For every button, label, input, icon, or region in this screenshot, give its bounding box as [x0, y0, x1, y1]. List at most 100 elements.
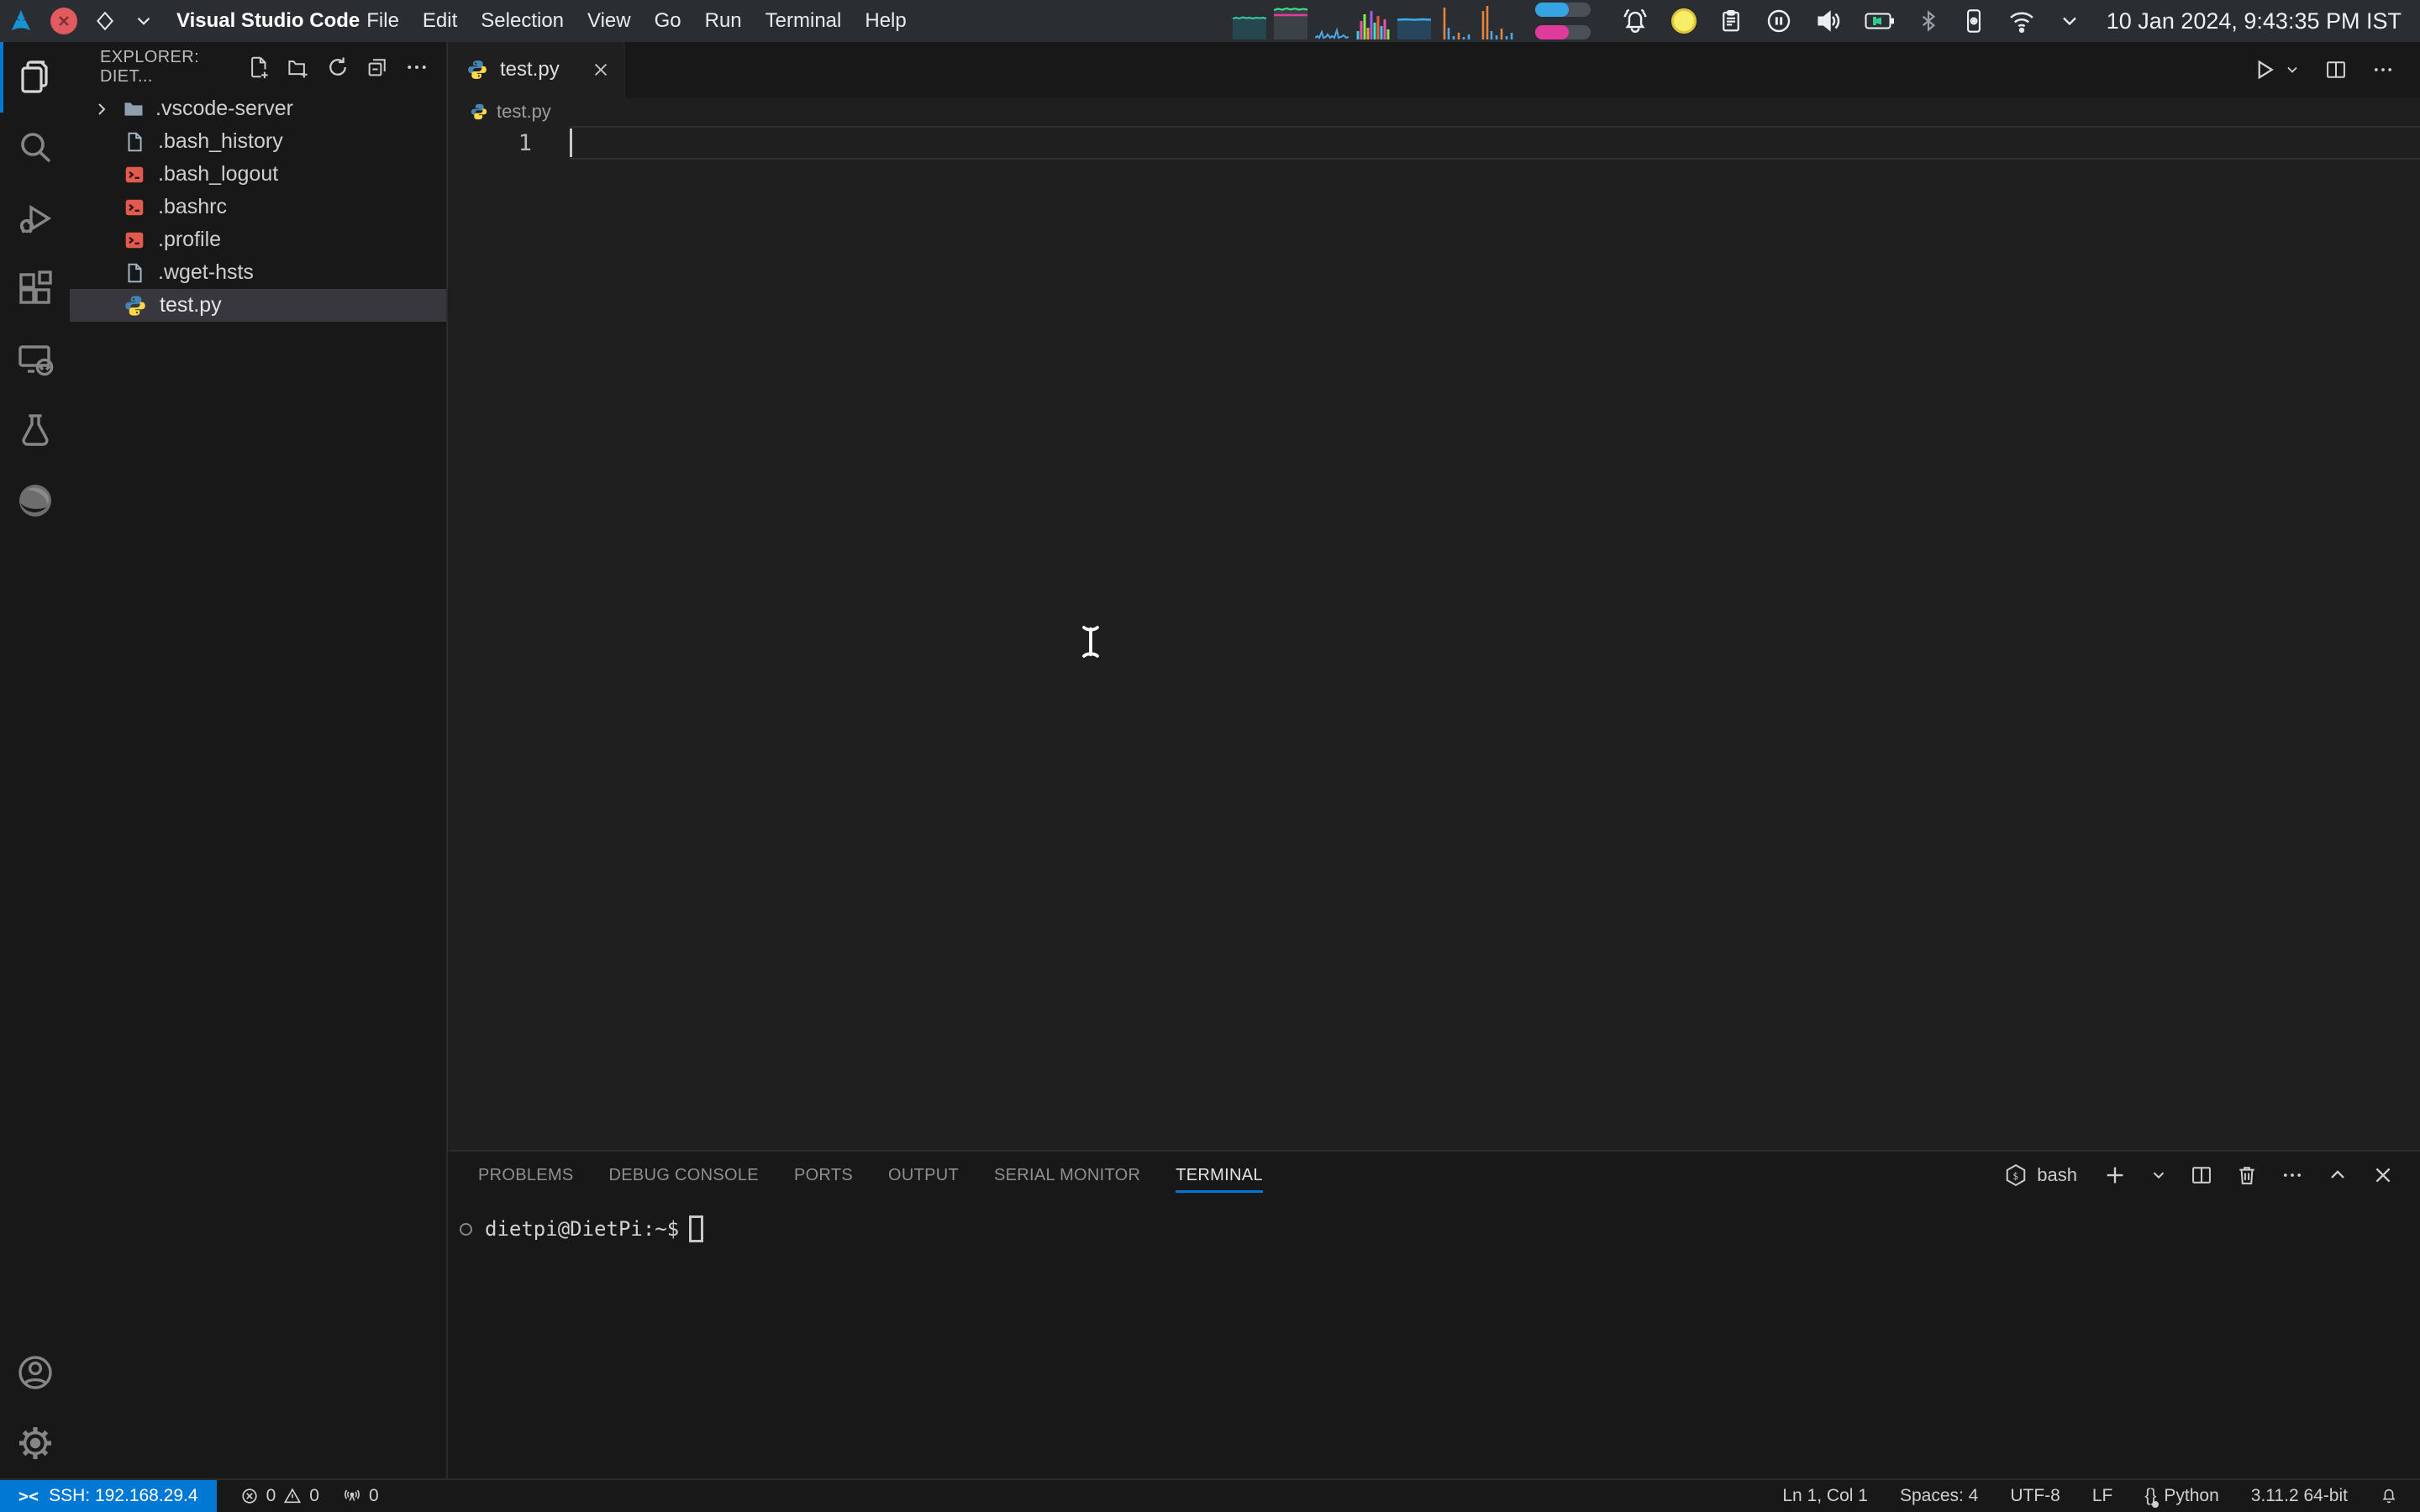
remote-indicator[interactable]: >< SSH: 192.168.29.4	[0, 1480, 217, 1512]
network-spark-graph	[1315, 3, 1349, 39]
panel-tab-terminal[interactable]: TERMINAL	[1176, 1152, 1263, 1199]
menu-edit[interactable]: Edit	[423, 9, 457, 33]
tab-close-icon[interactable]	[592, 60, 610, 79]
activity-remote-explorer[interactable]	[0, 324, 70, 395]
svg-text:$: $	[2013, 1171, 2019, 1182]
shell-label: bash	[2037, 1164, 2077, 1186]
close-panel-button[interactable]	[2371, 1163, 2395, 1187]
error-icon	[240, 1487, 259, 1505]
notifications-bell-icon[interactable]	[1621, 7, 1649, 35]
remote-icon: ><	[18, 1486, 39, 1506]
python-interpreter-status[interactable]: 3.11.2 64-bit	[2251, 1486, 2348, 1506]
arch-logo[interactable]	[8, 8, 34, 34]
activity-accounts[interactable]	[0, 1337, 70, 1408]
cursor-position-status[interactable]: Ln 1, Col 1	[1782, 1486, 1868, 1506]
shell-file-icon	[124, 164, 145, 186]
status-yellow-icon[interactable]	[1671, 8, 1697, 34]
file-icon	[124, 131, 145, 153]
line-number: 1	[448, 130, 532, 156]
folder-icon	[122, 97, 145, 121]
media-pause-icon[interactable]	[1765, 8, 1792, 34]
panel-more-actions-button[interactable]	[2281, 1163, 2304, 1187]
tab-test-py[interactable]: test.py	[448, 42, 625, 97]
menu-chevron-icon[interactable]	[133, 10, 155, 32]
kdeconnect-phone-icon[interactable]	[1962, 8, 1986, 34]
activity-edge-devtools[interactable]	[0, 465, 70, 536]
activity-testing[interactable]	[0, 395, 70, 465]
bluetooth-icon[interactable]	[1917, 9, 1940, 33]
tray-expand-chevron-icon[interactable]	[2058, 9, 2081, 33]
panel-tab-ports[interactable]: PORTS	[794, 1152, 853, 1199]
explorer-more-actions-button[interactable]	[404, 55, 429, 80]
file-row-wget-hsts[interactable]: .wget-hsts	[70, 256, 446, 289]
run-python-file-button[interactable]	[2252, 57, 2301, 82]
file-row-test-py[interactable]: test.py	[70, 289, 446, 322]
status-bar: >< SSH: 192.168.29.4 0 0 0 Ln 1, Col 1 S…	[0, 1478, 2420, 1512]
menu-terminal[interactable]: Terminal	[765, 9, 842, 33]
terminal-session-item[interactable]: $ bash	[2003, 1163, 2077, 1188]
forwarded-ports-status[interactable]: 0	[343, 1486, 379, 1506]
terminal-profile-chevron[interactable]	[2149, 1166, 2168, 1184]
code-editor[interactable]: 1	[448, 126, 2420, 1150]
activity-settings[interactable]	[0, 1408, 70, 1478]
panel-tab-debug-console[interactable]: DEBUG CONSOLE	[609, 1152, 759, 1199]
collapse-folders-button[interactable]	[365, 55, 390, 80]
menu-selection[interactable]: Selection	[481, 9, 564, 33]
activity-extensions[interactable]	[0, 254, 70, 324]
kill-terminal-button[interactable]	[2235, 1163, 2259, 1187]
eol-status[interactable]: LF	[2092, 1486, 2113, 1506]
close-window-button[interactable]	[50, 8, 77, 34]
editor-tab-bar: test.py	[448, 42, 2420, 97]
clipboard-icon[interactable]	[1718, 8, 1744, 34]
panel-tab-problems[interactable]: PROBLEMS	[478, 1152, 574, 1199]
editor-more-actions-button[interactable]	[2371, 58, 2395, 81]
menu-run[interactable]: Run	[705, 9, 742, 33]
language-mode-status[interactable]: {} Python	[2144, 1486, 2218, 1506]
problems-status[interactable]: 0 0	[240, 1486, 319, 1506]
app-title: Visual Studio Code	[176, 9, 360, 33]
new-terminal-button[interactable]	[2102, 1163, 2128, 1188]
menu-go[interactable]: Go	[655, 9, 681, 33]
terminal-block-cursor	[689, 1215, 703, 1242]
panel-tab-serial-monitor[interactable]: SERIAL MONITOR	[994, 1152, 1140, 1199]
chevron-down-icon	[2284, 61, 2301, 78]
split-terminal-button[interactable]	[2190, 1163, 2213, 1187]
menu-view[interactable]: View	[587, 9, 631, 33]
warning-count: 0	[309, 1486, 319, 1506]
multicore-graph	[1356, 3, 1390, 39]
file-name: .bash_logout	[158, 162, 278, 186]
volume-icon[interactable]	[1814, 7, 1843, 35]
clock[interactable]: 10 Jan 2024, 9:43:35 PM IST	[2107, 8, 2402, 34]
breadcrumb[interactable]: test.py	[448, 97, 2420, 126]
ports-count: 0	[369, 1486, 379, 1506]
split-editor-button[interactable]	[2324, 58, 2348, 81]
notifications-button[interactable]	[2380, 1487, 2398, 1505]
new-file-button[interactable]	[246, 55, 271, 80]
encoding-status[interactable]: UTF-8	[2010, 1486, 2060, 1506]
file-row-bash-history[interactable]: .bash_history	[70, 125, 446, 158]
brightness-toggle[interactable]	[1535, 3, 1591, 17]
indentation-status[interactable]: Spaces: 4	[1900, 1486, 1978, 1506]
breadcrumb-item[interactable]: test.py	[497, 101, 551, 123]
terminal-session-indicator	[460, 1223, 472, 1236]
terminal-output[interactable]: dietpi@DietPi:~$	[460, 1215, 2420, 1242]
maximize-panel-button[interactable]	[2326, 1163, 2349, 1187]
system-monitor-graphs[interactable]	[1233, 3, 1513, 39]
activity-search[interactable]	[0, 113, 70, 183]
search-icon	[15, 128, 55, 168]
menu-help[interactable]: Help	[865, 9, 906, 33]
new-folder-button[interactable]	[286, 55, 311, 80]
file-row-bash-logout[interactable]: .bash_logout	[70, 158, 446, 191]
file-row-vscode-server[interactable]: .vscode-server	[70, 92, 446, 125]
activity-explorer[interactable]	[0, 42, 70, 113]
battery-icon[interactable]	[1865, 11, 1895, 31]
color-toggle[interactable]	[1535, 25, 1591, 39]
diamond-icon[interactable]	[94, 10, 116, 32]
file-row-bashrc[interactable]: .bashrc	[70, 191, 446, 223]
wifi-icon[interactable]	[2007, 8, 2036, 34]
refresh-button[interactable]	[325, 55, 350, 80]
activity-run-debug[interactable]	[0, 183, 70, 254]
file-row-profile[interactable]: .profile	[70, 223, 446, 256]
menu-file[interactable]: File	[366, 9, 399, 33]
panel-tab-output[interactable]: OUTPUT	[888, 1152, 959, 1199]
